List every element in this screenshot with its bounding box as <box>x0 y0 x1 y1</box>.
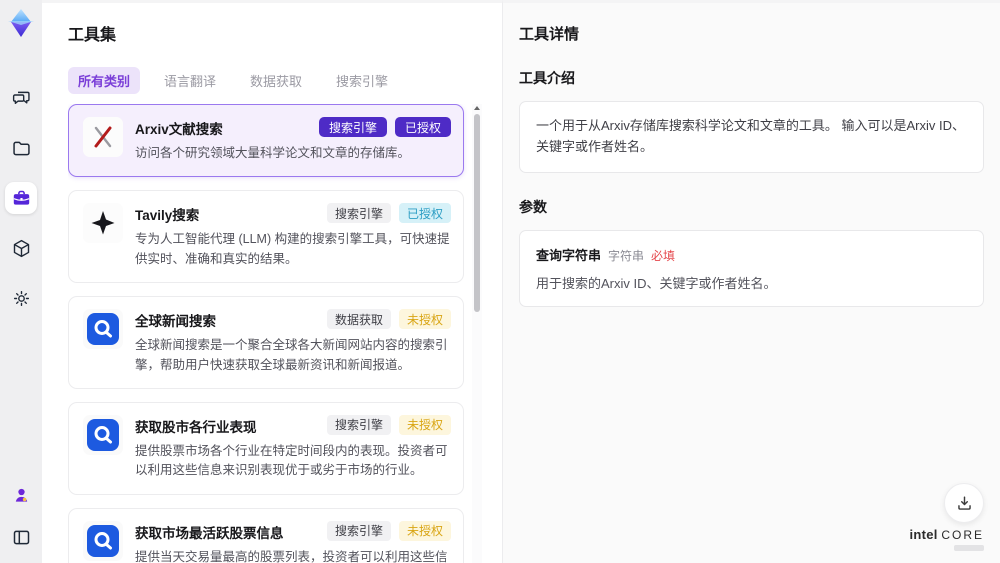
gear-icon <box>11 288 32 309</box>
auth-status-badge: 未授权 <box>398 309 451 330</box>
cube-icon <box>11 238 32 259</box>
tool-card[interactable]: Arxiv文献搜索 搜索引擎 已授权访问各个研究领域大量科学论文和文章的存储库。 <box>68 104 464 178</box>
tool-description: 提供当天交易量最高的股票列表，投资者可以利用这些信息来识别流动性强的股票和潜在的… <box>135 549 448 563</box>
auth-status-badge: 未授权 <box>398 414 451 435</box>
scrollbar-thumb[interactable] <box>474 114 480 312</box>
download-button[interactable] <box>944 483 984 523</box>
category-badge: 搜索引擎 <box>326 520 391 541</box>
tavily-star-icon <box>83 203 123 244</box>
tool-card[interactable]: 获取股市各行业表现 搜索引擎 未授权提供股票市场各个行业在特定时间段内的表现。投资者… <box>68 401 464 495</box>
tool-description: 全球新闻搜索是一个聚合全球各大新闻网站内容的搜索引擎，帮助用户快速获取全球最新资… <box>135 338 448 372</box>
tool-card[interactable]: 获取市场最活跃股票信息 搜索引擎 未授权提供当天交易量最高的股票列表，投资者可以利用… <box>68 507 464 563</box>
param-required-badge: 必填 <box>651 248 676 263</box>
sidebar-item-models[interactable] <box>5 232 37 264</box>
news-search-blue-icon <box>83 520 123 561</box>
tool-card[interactable]: 全球新闻搜索 数据获取 未授权全球新闻搜索是一个聚合全球各大新闻网站内容的搜索引擎，… <box>68 296 464 389</box>
auth-status-badge: 未授权 <box>398 520 451 541</box>
briefcase-icon <box>11 188 32 209</box>
sidebar-item-chat[interactable] <box>5 82 37 114</box>
param-card: 查询字符串 字符串 必填 用于搜索的Arxiv ID、关键字或作者姓名。 <box>519 229 984 307</box>
core-wordmark: CORE <box>941 528 984 542</box>
category-badge: 数据获取 <box>326 309 391 330</box>
tool-list-panel: 工具集 所有类别 语言翻译 数据获取 搜索引擎 Arxiv文献搜索 搜索引擎 已授权 访问各… <box>42 0 502 563</box>
category-badge: 搜索引擎 <box>318 117 387 137</box>
tool-name: 获取市场最活跃股票信息 <box>135 525 284 541</box>
news-search-blue-icon <box>83 309 123 350</box>
avatar[interactable] <box>5 479 37 511</box>
param-description: 用于搜索的Arxiv ID、关键字或作者姓名。 <box>536 275 777 291</box>
param-type: 字符串 <box>608 248 645 263</box>
detail-title: 工具详情 <box>519 26 580 43</box>
auth-status-badge: 已授权 <box>398 203 451 224</box>
tab-2[interactable]: 数据获取 <box>240 67 312 94</box>
tool-intro-text: 一个用于从Arxiv存储库搜索科学论文和文章的工具。 输入可以是Arxiv ID… <box>536 118 966 154</box>
tool-name: Arxiv文献搜索 <box>135 122 223 137</box>
panel-toggle-icon[interactable] <box>5 521 37 553</box>
folder-icon <box>11 138 32 159</box>
tool-detail-panel: 工具详情 工具介绍 一个用于从Arxiv存储库搜索科学论文和文章的工具。 输入可… <box>502 0 1000 563</box>
scroll-up-icon[interactable] <box>474 106 480 110</box>
auth-status-badge: 已授权 <box>394 117 451 137</box>
tool-description: 专为人工智能代理 (LLM) 构建的搜索引擎工具，可快速提供实时、准确和真实的结… <box>135 232 450 266</box>
page-title: 工具集 <box>68 27 117 44</box>
rail-nav <box>5 82 37 314</box>
chat-icon <box>11 88 32 109</box>
sidebar-item-toolbox[interactable] <box>5 182 37 214</box>
intel-core-logo: intel CORE <box>909 527 984 551</box>
intro-heading: 工具介绍 <box>519 70 575 86</box>
sidebar-item-folder[interactable] <box>5 132 37 164</box>
category-badge: 搜索引擎 <box>326 203 391 224</box>
tool-name: Tavily搜索 <box>135 208 200 224</box>
tool-description: 访问各个研究领域大量科学论文和文章的存储库。 <box>135 146 411 160</box>
arxiv-logo-icon <box>83 117 123 157</box>
tab-0[interactable]: 所有类别 <box>68 67 141 94</box>
tab-1[interactable]: 语言翻译 <box>154 67 226 94</box>
news-search-blue-icon <box>83 414 123 455</box>
scrollbar[interactable] <box>472 104 482 563</box>
sidebar-item-settings[interactable] <box>5 282 37 314</box>
app-logo-icon[interactable] <box>6 8 36 38</box>
params-heading: 参数 <box>519 198 547 215</box>
tool-card[interactable]: Tavily搜索 搜索引擎 已授权专为人工智能代理 (LLM) 构建的搜索引擎工具，… <box>68 190 464 284</box>
tool-list: Arxiv文献搜索 搜索引擎 已授权 访问各个研究领域大量科学论文和文章的存储库。 Ta… <box>68 104 482 563</box>
category-tabs: 所有类别 语言翻译 数据获取 搜索引擎 <box>68 67 482 94</box>
category-badge: 搜索引擎 <box>326 414 391 435</box>
tool-name: 获取股市各行业表现 <box>135 419 257 435</box>
tool-name: 全球新闻搜索 <box>135 314 216 330</box>
tool-description: 提供股票市场各个行业在特定时间段内的表现。投资者可以利用这些信息来识别表现优于或… <box>135 443 448 478</box>
tab-3[interactable]: 搜索引擎 <box>326 67 398 94</box>
app-window: 工具集 所有类别 语言翻译 数据获取 搜索引擎 Arxiv文献搜索 搜索引擎 已授权 访问各… <box>0 0 1000 563</box>
intel-wordmark: intel <box>909 527 938 542</box>
icon-rail <box>0 0 42 563</box>
param-name: 查询字符串 <box>536 247 602 263</box>
intel-ultra-mark <box>954 545 984 551</box>
